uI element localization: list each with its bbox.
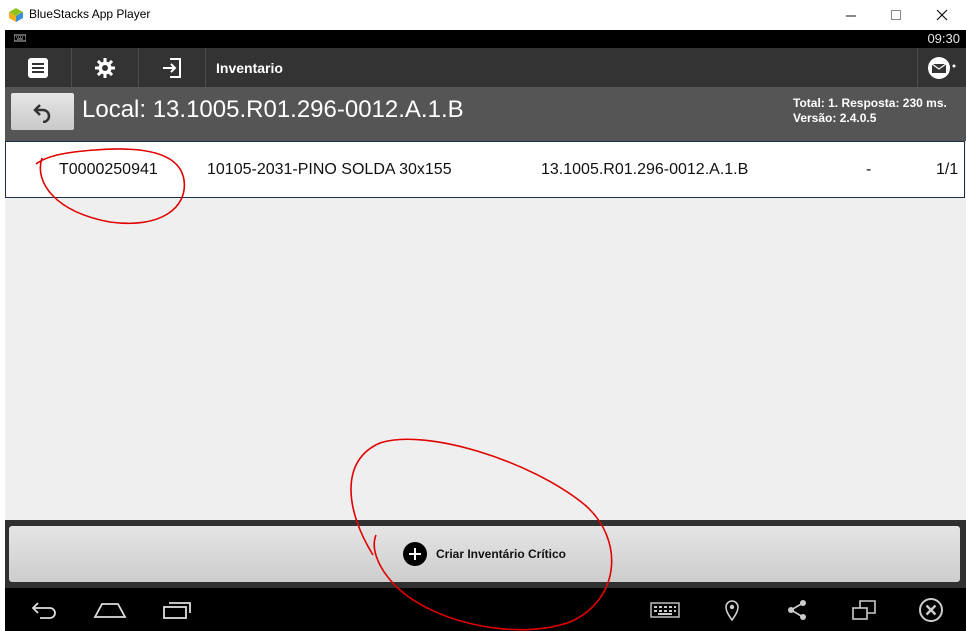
back-icon xyxy=(31,601,56,619)
exit-button[interactable] xyxy=(139,48,206,87)
plus-circle-icon xyxy=(402,542,427,566)
version-text: Versão: 2.4.0.5 xyxy=(793,111,877,125)
keyboard-icon xyxy=(650,601,680,618)
total-response-text: Total: 1. Resposta: 230 ms. xyxy=(793,96,947,110)
create-critical-inventory-button[interactable]: Criar Inventário Crítico xyxy=(9,526,960,582)
window-title: BlueStacks App Player xyxy=(29,7,151,21)
footer-panel: Criar Inventário Crítico xyxy=(5,520,966,588)
bluestacks-logo-icon xyxy=(9,8,23,22)
item-code: T0000250941 xyxy=(59,161,158,178)
action-bar-title: Inventario xyxy=(216,60,283,76)
location-header: Local: 13.1005.R01.296-0012.A.1.B Total:… xyxy=(5,87,966,141)
maximize-icon xyxy=(891,10,901,20)
nav-close-app-button[interactable] xyxy=(901,588,961,631)
response-stats: Total: 1. Resposta: 230 ms. Versão: 2.4.… xyxy=(793,96,947,126)
item-count: 1/1 xyxy=(936,161,959,178)
nav-back-button[interactable] xyxy=(15,588,75,631)
gear-icon xyxy=(95,57,115,78)
status-bar: 09:30 xyxy=(5,30,966,48)
item-location: 13.1005.R01.296-0012.A.1.B xyxy=(541,161,749,178)
minimize-button[interactable] xyxy=(828,0,874,30)
android-nav-bar xyxy=(5,588,966,631)
status-clock: 09:30 xyxy=(927,31,960,46)
mail-icon xyxy=(928,56,956,79)
recent-apps-icon xyxy=(163,601,191,619)
android-screen: 09:30 Inventario Local: 13.1005.R01.296-… xyxy=(5,30,966,631)
menu-button[interactable] xyxy=(5,48,72,87)
location-pin-icon xyxy=(725,599,739,621)
back-button[interactable] xyxy=(11,93,74,130)
keyboard-indicator-icon xyxy=(14,34,26,42)
undo-arrow-icon xyxy=(32,103,50,123)
item-extra: - xyxy=(866,161,872,178)
nav-keyboard-button[interactable] xyxy=(635,588,695,631)
exit-icon xyxy=(163,57,181,78)
nav-rotate-button[interactable] xyxy=(834,588,894,631)
location-title: Local: 13.1005.R01.296-0012.A.1.B xyxy=(82,96,464,123)
list-empty-area xyxy=(5,198,966,520)
nav-recent-button[interactable] xyxy=(147,588,207,631)
screen-rotate-icon xyxy=(852,599,876,620)
maximize-button[interactable] xyxy=(873,0,919,30)
item-description: 10105-2031-PINO SOLDA 30x155 xyxy=(207,161,452,178)
close-icon xyxy=(936,9,948,21)
nav-share-button[interactable] xyxy=(767,588,827,631)
mail-button[interactable] xyxy=(917,48,966,87)
settings-button[interactable] xyxy=(72,48,139,87)
list-menu-icon xyxy=(28,57,48,78)
inventory-row[interactable]: T0000250941 10105-2031-PINO SOLDA 30x155… xyxy=(5,141,965,198)
window-title-bar: BlueStacks App Player xyxy=(0,0,966,30)
home-icon xyxy=(93,602,127,618)
minimize-icon xyxy=(846,15,856,17)
nav-location-button[interactable] xyxy=(702,588,762,631)
close-window-button[interactable] xyxy=(919,0,965,30)
close-app-icon xyxy=(919,597,943,622)
nav-home-button[interactable] xyxy=(80,588,140,631)
create-critical-inventory-label: Criar Inventário Crítico xyxy=(435,547,567,561)
share-icon xyxy=(788,599,806,620)
action-bar: Inventario xyxy=(5,48,966,87)
